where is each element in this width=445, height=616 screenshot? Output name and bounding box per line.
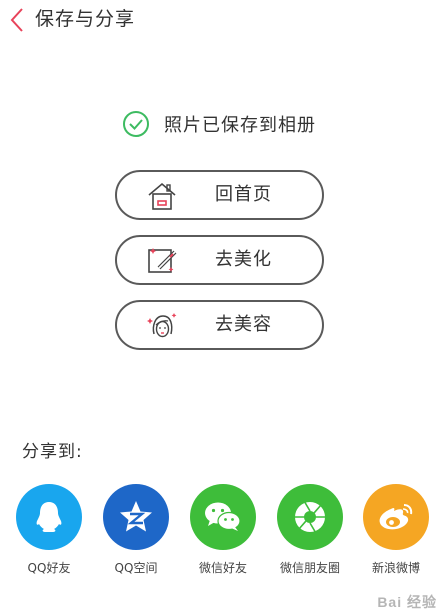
check-circle-icon — [123, 111, 149, 137]
home-button-label: 回首页 — [215, 184, 272, 205]
saved-status: 照片已保存到相册 — [122, 110, 316, 138]
back-button[interactable] — [4, 6, 30, 34]
page-title: 保存与分享 — [35, 8, 136, 30]
magic-wand-icon — [148, 248, 177, 273]
qzone-icon — [103, 484, 169, 550]
share-title: 分享到: — [22, 442, 83, 462]
share-qq-friends[interactable]: QQ好友 — [5, 484, 91, 584]
baidu-watermark: Bai 经验 — [377, 594, 437, 610]
share-label: QQ空间 — [114, 561, 158, 575]
makeup-button[interactable]: 去美容 — [115, 300, 324, 350]
header: 保存与分享 — [0, 0, 445, 40]
moments-icon — [277, 484, 343, 550]
share-weibo[interactable]: 新浪微博 — [352, 484, 438, 584]
weibo-icon — [363, 484, 429, 550]
beautify-button[interactable]: 去美化 — [115, 235, 324, 285]
share-label: 微信好友 — [198, 561, 247, 575]
wechat-icon — [190, 484, 256, 550]
home-button[interactable]: 回首页 — [115, 170, 324, 220]
makeup-button-label: 去美容 — [215, 314, 272, 335]
share-qzone[interactable]: QQ空间 — [92, 484, 178, 584]
beautify-button-label: 去美化 — [215, 249, 272, 270]
share-label: 新浪微博 — [371, 561, 420, 575]
face-makeup-icon — [147, 313, 177, 338]
saved-text: 照片已保存到相册 — [164, 115, 316, 136]
share-label: QQ好友 — [27, 561, 71, 575]
share-wechat-friends[interactable]: 微信好友 — [179, 484, 265, 584]
share-label: 微信朋友圈 — [279, 561, 340, 575]
home-icon — [148, 182, 176, 210]
chevron-left-icon — [10, 8, 23, 32]
share-wechat-moments[interactable]: 微信朋友圈 — [266, 484, 352, 584]
qq-icon — [16, 484, 82, 550]
